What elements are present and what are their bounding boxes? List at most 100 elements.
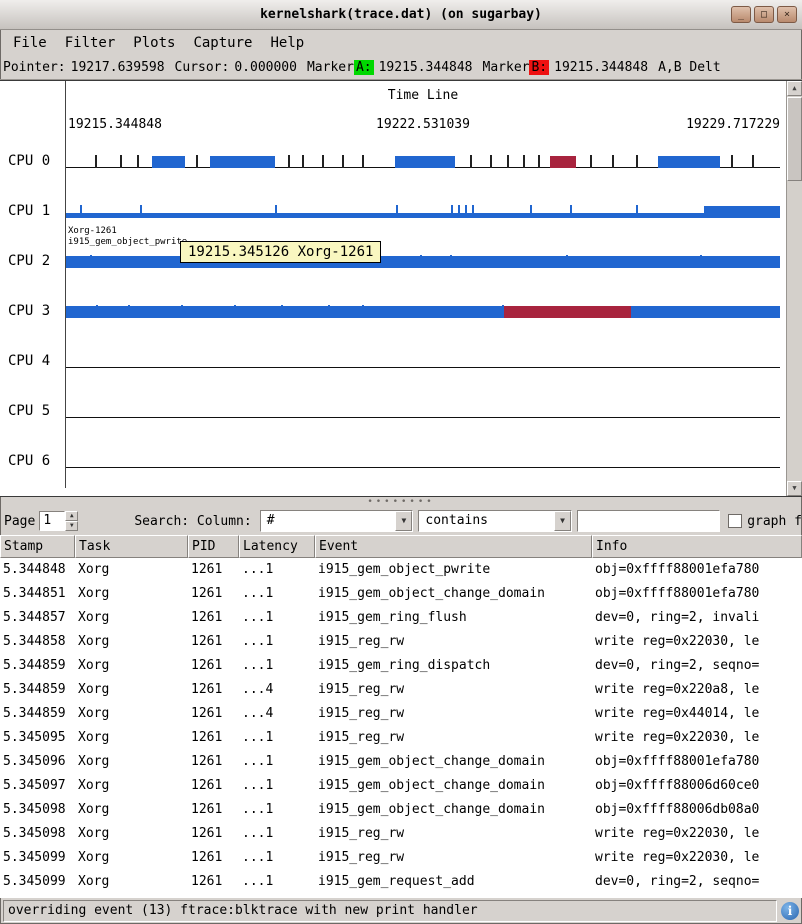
match-select[interactable]: contains ▼: [418, 510, 572, 532]
table-row[interactable]: 5.344857Xorg1261...1i915_gem_ring_flushd…: [0, 606, 802, 630]
spin-down-icon[interactable]: ▼: [65, 521, 78, 531]
table-row[interactable]: 5.344851Xorg1261...1i915_gem_object_chan…: [0, 582, 802, 606]
menu-item-filter[interactable]: Filter: [56, 32, 125, 54]
table-cell: 1261: [188, 654, 239, 678]
table-cell: Xorg: [75, 846, 188, 870]
marker-b-value: 19215.344848: [554, 60, 648, 75]
task-bar-blue[interactable]: [66, 256, 780, 268]
task-bar-red[interactable]: [550, 156, 576, 168]
cpu-label: CPU 0: [8, 153, 50, 169]
timeline-vertical-scrollbar[interactable]: ▲ ▼: [786, 81, 802, 496]
graph-follows-label: graph f: [747, 514, 802, 529]
column-header-event[interactable]: Event: [315, 535, 592, 558]
table-cell: ...1: [239, 582, 315, 606]
scroll-down-icon[interactable]: ▼: [787, 481, 802, 496]
event-tick: [700, 255, 702, 268]
chevron-down-icon[interactable]: ▼: [395, 511, 412, 531]
hover-task-label: Xorg-1261: [68, 226, 117, 236]
table-row[interactable]: 5.345098Xorg1261...1i915_reg_rwwrite reg…: [0, 822, 802, 846]
table-cell: ...1: [239, 726, 315, 750]
task-bar-blue[interactable]: [66, 306, 780, 318]
table-row[interactable]: 5.344859Xorg1261...4i915_reg_rwwrite reg…: [0, 702, 802, 726]
page-spinner[interactable]: 1 ▲ ▼: [39, 511, 78, 531]
cpu-plot[interactable]: [66, 188, 780, 218]
cpu-label: CPU 4: [8, 353, 50, 369]
table-cell: i915_gem_object_change_domain: [315, 798, 592, 822]
task-bar-blue[interactable]: [658, 156, 720, 168]
task-bar-blue[interactable]: [210, 156, 275, 168]
table-row[interactable]: 5.345098Xorg1261...1i915_gem_object_chan…: [0, 798, 802, 822]
table-cell: write reg=0x220a8, le: [592, 678, 802, 702]
event-tick: [396, 205, 398, 218]
table-row[interactable]: 5.344848Xorg1261...1i915_gem_object_pwri…: [0, 558, 802, 582]
timeline-tooltip: 19215.345126 Xorg-1261: [180, 241, 381, 263]
table-row[interactable]: 5.345095Xorg1261...1i915_reg_rwwrite reg…: [0, 726, 802, 750]
table-row[interactable]: 5.344859Xorg1261...1i915_gem_ring_dispat…: [0, 654, 802, 678]
task-bar-blue[interactable]: [152, 156, 185, 168]
spin-up-icon[interactable]: ▲: [65, 511, 78, 521]
cpu-plot[interactable]: [66, 388, 780, 418]
marker-a-readout: Marker A: 19215.344848: [307, 60, 473, 75]
event-tick: [362, 305, 364, 318]
table-cell: 1261: [188, 702, 239, 726]
cursor-readout: Cursor: 0.000000: [175, 60, 297, 75]
scroll-up-icon[interactable]: ▲: [787, 81, 802, 96]
table-cell: dev=0, ring=2, seqno=: [592, 654, 802, 678]
table-cell: Xorg: [75, 654, 188, 678]
menu-item-help[interactable]: Help: [261, 32, 313, 54]
column-header-pid[interactable]: PID: [188, 535, 239, 558]
event-tick: [137, 155, 139, 168]
event-tick: [523, 155, 525, 168]
table-row[interactable]: 5.345099Xorg1261...1i915_gem_request_add…: [0, 870, 802, 894]
table-cell: write reg=0x22030, le: [592, 630, 802, 654]
table-row[interactable]: 5.345097Xorg1261...1i915_gem_object_chan…: [0, 774, 802, 798]
task-bar-blue[interactable]: [704, 206, 780, 218]
task-bar-red[interactable]: [502, 306, 631, 318]
close-button[interactable]: ×: [777, 6, 797, 23]
table-row[interactable]: 5.344859Xorg1261...4i915_reg_rwwrite reg…: [0, 678, 802, 702]
table-row[interactable]: 5.345099Xorg1261...1i915_reg_rwwrite reg…: [0, 846, 802, 870]
table-cell: ...1: [239, 822, 315, 846]
table-row[interactable]: 5.345096Xorg1261...1i915_gem_object_chan…: [0, 750, 802, 774]
cpu-plot[interactable]: [66, 138, 780, 168]
page-input[interactable]: 1: [39, 511, 65, 531]
chevron-down-icon[interactable]: ▼: [554, 511, 571, 531]
table-cell: 5.344859: [0, 678, 75, 702]
table-cell: i915_reg_rw: [315, 702, 592, 726]
cpu-plot[interactable]: [66, 338, 780, 368]
timeline-plot-area[interactable]: Time Line 19215.344848 19222.531039 1922…: [0, 81, 786, 496]
cpu-plot[interactable]: [66, 288, 780, 318]
column-header-info[interactable]: Info: [592, 535, 802, 558]
table-cell: 5.345095: [0, 726, 75, 750]
table-cell: ...1: [239, 750, 315, 774]
column-header-stamp[interactable]: Stamp: [0, 535, 75, 558]
table-cell: Xorg: [75, 702, 188, 726]
pane-splitter[interactable]: ••••••••: [0, 497, 802, 507]
maximize-button[interactable]: □: [754, 6, 774, 23]
column-header-task[interactable]: Task: [75, 535, 188, 558]
search-input[interactable]: [577, 510, 720, 532]
table-cell: obj=0xffff88001efa780: [592, 582, 802, 606]
table-cell: i915_reg_rw: [315, 726, 592, 750]
cpu-plot[interactable]: [66, 438, 780, 468]
table-cell: i915_gem_ring_flush: [315, 606, 592, 630]
event-tick: [570, 205, 572, 218]
menu-item-capture[interactable]: Capture: [184, 32, 261, 54]
column-select[interactable]: # ▼: [260, 510, 414, 532]
task-bar-blue[interactable]: [395, 156, 455, 168]
event-tick: [458, 205, 460, 218]
table-row[interactable]: 5.344858Xorg1261...1i915_reg_rwwrite reg…: [0, 630, 802, 654]
info-icon[interactable]: i: [781, 902, 799, 920]
pointer-readout: Pointer: 19217.639598: [3, 60, 165, 75]
column-header-latency[interactable]: Latency: [239, 535, 315, 558]
table-cell: 5.345096: [0, 750, 75, 774]
cpu-row-1: CPU 1: [0, 188, 786, 238]
cpu-baseline: [66, 467, 780, 468]
table-cell: 1261: [188, 750, 239, 774]
table-cell: i915_reg_rw: [315, 846, 592, 870]
menu-item-plots[interactable]: Plots: [124, 32, 184, 54]
minimize-button[interactable]: _: [731, 6, 751, 23]
menu-item-file[interactable]: File: [4, 32, 56, 54]
scrollbar-thumb[interactable]: [787, 97, 802, 181]
graph-follows-checkbox[interactable]: [728, 514, 742, 528]
